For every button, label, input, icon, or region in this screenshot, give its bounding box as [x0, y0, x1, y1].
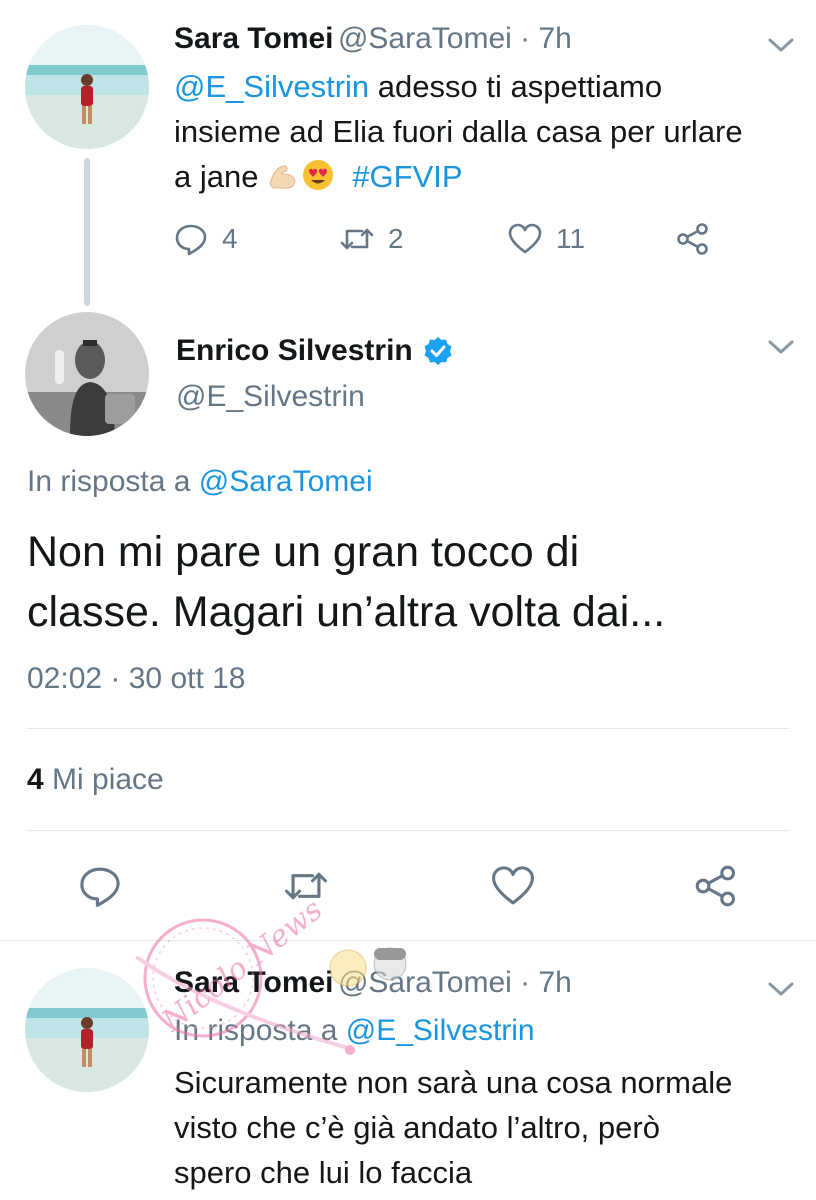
chevron-down-icon[interactable]	[767, 338, 795, 356]
tweet3-text: Sicuramente non sarà una cosa normale vi…	[174, 1060, 732, 1195]
retweet-count: 2	[388, 223, 404, 254]
timestamp[interactable]: 02:02 · 30 ott 18	[27, 662, 246, 696]
reply-count: 4	[222, 223, 238, 254]
heart-icon	[508, 223, 542, 254]
reply-to-handle-link[interactable]: @SaraTomei	[199, 465, 373, 498]
mention-link[interactable]: @E_Silvestrin	[174, 69, 369, 104]
display-name[interactable]: Enrico Silvestrin	[176, 334, 413, 368]
reply-icon	[175, 224, 207, 256]
reply-icon	[80, 867, 120, 907]
tweet-text-line: visto che c’è già andato l’altro, però	[174, 1110, 660, 1145]
like-button[interactable]: 11	[508, 222, 585, 256]
share-icon	[695, 865, 736, 907]
tweet-text-segment: adesso ti aspettiamo	[369, 69, 663, 104]
divider	[0, 940, 816, 941]
heart-eyes-emoji	[303, 160, 334, 190]
tweet-text-line: Sicuramente non sarà una cosa normale	[174, 1065, 733, 1100]
verified-badge-icon	[424, 337, 452, 365]
hashtag-link[interactable]: #GFVIP	[352, 159, 462, 194]
tweet-text-line: Non mi pare un gran tocco di	[27, 528, 580, 576]
thread-connector	[84, 158, 90, 306]
retweet-button[interactable]: 2	[340, 222, 404, 256]
retweet-button[interactable]	[284, 864, 328, 913]
avatar-sara-tomei[interactable]	[25, 25, 149, 149]
display-name[interactable]: Sara Tomei	[174, 966, 334, 999]
in-reply-to: In risposta a @SaraTomei	[27, 465, 373, 499]
in-reply-to: In risposta a @E_Silvestrin	[174, 1014, 535, 1048]
like-count: 11	[556, 223, 586, 254]
retweet-icon	[340, 228, 374, 250]
tweet1-header: Sara Tomei @SaraTomei · 7h	[174, 22, 572, 56]
handle-and-time: @SaraTomei · 7h	[337, 22, 572, 55]
tweet-text-line: classe. Magari un’altra volta dai...	[27, 588, 666, 636]
in-reply-label: In risposta a	[174, 1014, 346, 1047]
heart-icon	[492, 866, 534, 905]
tweet-text-line: insieme ad Elia fuori dalla casa per url…	[174, 114, 743, 149]
reply-button[interactable]: 4	[174, 222, 238, 256]
handle[interactable]: @E_Silvestrin	[176, 380, 365, 414]
avatar-enrico-silvestrin[interactable]	[25, 312, 149, 436]
handle-and-time: @SaraTomei · 7h	[337, 966, 572, 999]
tweet3-header: Sara Tomei @SaraTomei · 7h	[174, 966, 572, 1000]
divider	[27, 728, 789, 729]
display-name[interactable]: Sara Tomei	[174, 22, 334, 55]
chevron-down-icon[interactable]	[767, 36, 795, 54]
in-reply-label: In risposta a	[27, 465, 199, 498]
retweet-icon	[285, 872, 327, 900]
likes-summary[interactable]: 4 Mi piace	[27, 763, 164, 797]
share-button[interactable]	[676, 222, 710, 256]
tweet2-name-row: Enrico Silvestrin	[176, 334, 453, 368]
flexed-biceps-emoji	[269, 165, 296, 189]
avatar-sara-tomei[interactable]	[25, 968, 149, 1092]
reply-to-handle-link[interactable]: @E_Silvestrin	[346, 1014, 535, 1047]
share-button[interactable]	[694, 864, 738, 913]
divider	[27, 830, 789, 831]
tweet2-text: Non mi pare un gran tocco di classe. Mag…	[27, 522, 665, 642]
like-button[interactable]	[491, 864, 535, 913]
tweet1-text: @E_Silvestrin adesso ti aspettiamo insie…	[174, 64, 804, 199]
likes-count: 4	[27, 763, 44, 796]
chevron-down-icon[interactable]	[767, 980, 795, 998]
tweet-text-segment: a jane	[174, 159, 268, 194]
reply-button[interactable]	[78, 864, 122, 913]
share-icon	[677, 223, 708, 255]
likes-label: Mi piace	[43, 763, 164, 796]
tweet-text-line: spero che lui lo faccia	[174, 1155, 473, 1190]
